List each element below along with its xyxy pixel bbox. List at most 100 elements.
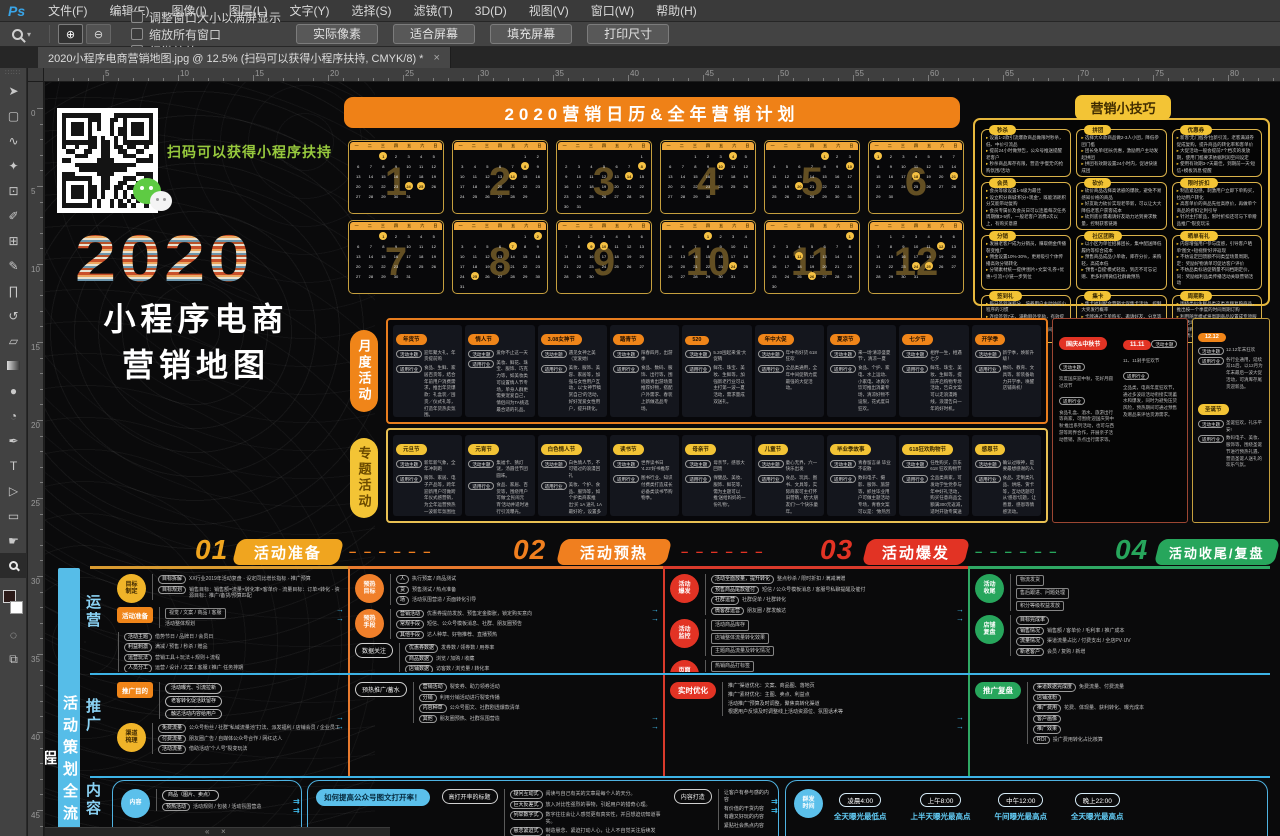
festival-title: 年货节 [396,334,427,345]
button-打印尺寸[interactable]: 打印尺寸 [587,24,669,44]
tag: 活动主题 [975,460,1001,468]
document-canvas[interactable]: 扫码可以获得小程序扶持 2020 小程序电商 营销地图 2020营销日历&全年营… [45,82,1280,836]
tag: 活动主题 [1059,363,1085,371]
tag: 适用行业 [758,365,784,373]
month-weekdays: 一二三四五六日 [454,142,546,150]
quick-selection-tool[interactable]: ✦ [0,153,27,178]
crop-tool[interactable]: ⊡ [0,178,27,203]
background-color[interactable] [10,601,23,614]
tag: 适用行业 [613,475,639,483]
healing-brush-tool[interactable]: ⊞ [0,228,27,253]
calendar-month-12: 一二三四五六日121234567891011121314151617181920… [868,220,964,294]
festival-card-年中大促: 年中大促活动主题年中有好货 618狂欢适用行业全品类通用，全年中间促销力度最强的… [755,325,824,417]
path-selection-tool[interactable]: ▷ [0,478,27,503]
move-tool[interactable]: ➤ [0,78,27,103]
menu-滤镜(T)[interactable]: 滤镜(T) [402,4,463,18]
lasso-tool[interactable]: ∿ [0,128,27,153]
kv-key: 优惠券数据 [405,644,438,653]
kv-item: 流量情况渠道流量占比 / 付费支出 / 全店PV·UV [1016,637,1131,646]
screen-mode-icon[interactable]: ⧉ [0,647,27,672]
menu-文件(F)[interactable]: 文件(F) [37,4,98,18]
vertical-ruler: 051015202530354045 [28,82,44,836]
button-实际像素[interactable]: 实际像素 [296,24,378,44]
festival-card-圣诞节: 圣诞节活动主题圣诞狂欢，礼乐平安!适用行业数码电子、美妆、服饰等，围绕圣诞节进行… [1198,398,1264,469]
collapse-icon[interactable]: « [205,827,209,836]
tip-line: 针对主打新品，限时折扣还可与下单赠品推广“裂变玩法 [1177,214,1257,227]
wechat-icon [133,178,173,218]
menu-帮助(H)[interactable]: 帮助(H) [645,4,708,18]
shape-tool[interactable]: ▭ [0,503,27,528]
kv-key: 常规手段 [396,620,424,629]
blur-tool[interactable]: ● [0,378,27,403]
eraser-tool[interactable]: ▱ [0,328,27,353]
menu-窗口(W)[interactable]: 窗口(W) [580,4,645,18]
sendtime-item: 晚上22:00全天曝光最高点 [1071,793,1124,822]
tip-label: 社区团购 [1084,231,1122,241]
checkbox-缩放所有窗口[interactable]: 缩放所有窗口 [131,26,281,43]
zoom-out-button[interactable]: ⊖ [86,24,111,44]
mindmap-group: 预热 目标人执行预案 / 商品测试货预售测试 / 热点准备场活动氛围营造 / 页… [355,574,656,605]
kv-item: 利益刺激满减 / 预售 / 秒杀 / 赠品 [124,643,243,652]
text: 年中有好货 618狂欢 [786,350,821,364]
tool-preset-caret-icon[interactable]: ▾ [27,30,31,39]
kv-key: 人 [396,575,409,584]
tag: 适用行业 [396,365,422,373]
festival-card-618狂欢购物节: 618狂欢购物节活动主题任性购买，京东 618 狂欢购物节适用行业全品类商家，可… [899,435,968,516]
separator [49,25,50,43]
kv-key: 悬念紧迫式 [510,827,543,836]
zoom-in-button[interactable]: ⊕ [58,24,83,44]
mindmap-group: 渠道 梳理免费流量公众号粉丝 / 社群“私域流量池”打法、派发福利 / 店铺会员… [117,723,341,754]
festival-title: 国庆&中秋节 [1059,337,1107,350]
month-days: 1234567891011121314151617181920212223242… [557,151,651,212]
type-tool[interactable]: T [0,453,27,478]
gradient-tool[interactable] [0,353,27,378]
document-tab[interactable]: 2020小程序电商营销地图.jpg @ 12.5% (扫码可以获得小程序扶持, … [38,47,451,68]
checkbox-调整窗口大小以满屏显示[interactable]: 调整窗口大小以满屏显示 [131,9,281,26]
text: 食品、定制类礼品、烘焙、贺卡等，互动话题可从'感恩'切题，让善意、感恩等情感流动… [1003,475,1038,516]
button-适合屏幕[interactable]: 适合屏幕 [393,24,475,44]
month-days: 1234567891011121314151617181920212223242… [453,231,547,292]
node-数据关注: 数据关注 [355,643,393,658]
year-end-section: 12.12活动主题12.12年末狂欢适用行业各行业通用，延续双11后，以12月为… [1192,318,1270,523]
kv-key: 人员分工 [124,664,152,672]
marquee-tool[interactable]: ▢ [0,103,27,128]
dodge-tool[interactable]: ◔ [0,403,27,428]
zoom-tool[interactable] [0,553,27,578]
clone-stamp-tool[interactable]: ∏ [0,278,27,303]
mindmap-group: 预热推广/蓄水营销活动裂变券、助力领券活动分销利用分销活动进行裂变传播内容种草公… [355,682,656,723]
line-item: 紧贴社会热点内容 [724,823,770,830]
close-strip-icon[interactable]: × [221,827,226,836]
kv-item: 店铺涨粉 [1033,694,1144,703]
status-strip: « × [45,827,390,836]
calendar-month-1: 一二三四五六日112345678910111213141516171819202… [348,140,444,214]
pen-tool[interactable]: ✒ [0,428,27,453]
menu-视图(V)[interactable]: 视图(V) [518,4,580,18]
hand-tool[interactable]: ☛ [0,528,27,553]
tag: 活动主题 [758,460,784,468]
menu-3D(D)[interactable]: 3D(D) [464,4,518,18]
color-swatches[interactable] [0,586,26,622]
stage-badge-活动收尾/复盘: 活动收尾/复盘 [1154,539,1280,565]
text: 美妆、个护、食品、服饰等，如个护类商家推出'买 1A 送礼 1A 最好的'，设置… [569,482,604,516]
tip-line: 大促活动一般会提前7个档次的发放期，使用门槛要求依据利润空间设定 [1177,148,1257,161]
menu-选择(S)[interactable]: 选择(S) [340,4,402,18]
tip-line: 高客单价的商品先拉高原价，再做单个商品的折扣让利引导 [1177,201,1257,214]
text: 食品、个护、家电、水上运动、小家电、冰爽冷饮可推出消暑专场，清凉好物不设限，花式… [858,365,893,412]
history-brush-tool[interactable]: ↺ [0,303,27,328]
tip-label: 周期购 [1180,291,1213,301]
menu-文字(Y)[interactable]: 文字(Y) [278,4,340,18]
text: 服饰、家居、电子产品等，跨年迎新用户可做跨年仪式感营销，为全年运营预热一波新年氛… [424,475,459,516]
eyedropper-tool[interactable]: ✐ [0,203,27,228]
quick-mask-icon[interactable]: ◌ [0,622,27,647]
tag: 适用行业 [541,365,567,373]
tab-close-icon[interactable]: × [433,52,439,64]
tip-card-会员: 会员会员等级设置1-5级为最佳设立积分商城'积分+现金'，既能消耗积分又能带动复… [981,182,1071,230]
brush-tool[interactable]: ✎ [0,253,27,278]
festival-title: 七夕节 [902,334,933,345]
tip-card-砍价: 砍价砍价商品选择高诱惑的爆款，避免不易感知价格的商品好友助力砍价实现老带新，可以… [1076,182,1166,230]
kv-key: 活动主题 [124,633,152,642]
button-填充屏幕[interactable]: 填充屏幕 [490,24,572,44]
tip-line: 使用有效期3-7天最佳，到期前一天'短信+模板消息'提醒 [1177,161,1257,174]
toolbar-grip[interactable]: :::::: [0,68,26,78]
festival-card-读书节: 读书节活动主题世界读书日 '4.23'好书推荐适用行业图书行业、知识付费类打造成… [610,435,679,516]
